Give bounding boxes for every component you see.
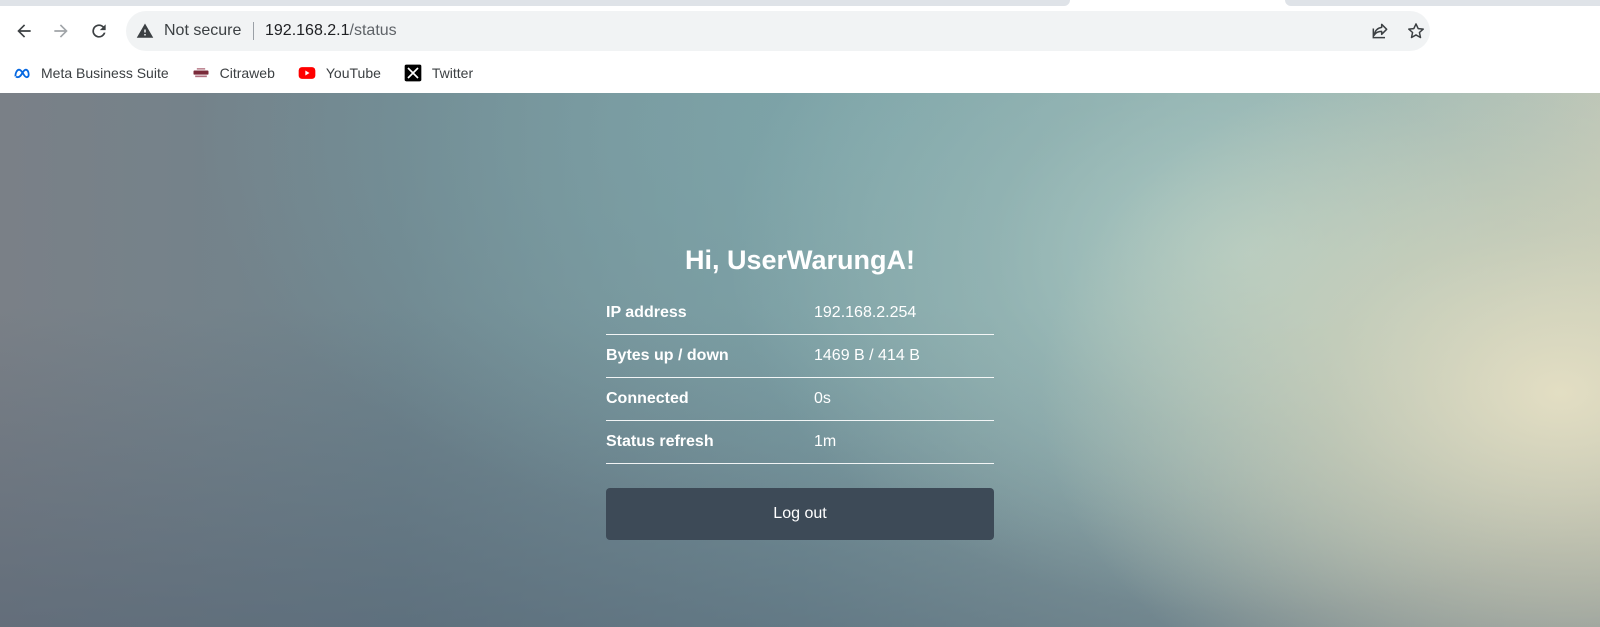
tab-inactive-right[interactable] [1285,0,1600,6]
url-text[interactable]: 192.168.2.1/status [265,11,397,51]
share-icon [1372,23,1388,39]
bookmark-star-button[interactable] [1406,21,1426,41]
row-value: 0s [814,377,994,421]
tab-strip [0,0,1600,8]
star-icon [1408,23,1424,39]
security-indicator[interactable]: Not secure [136,11,241,51]
arrow-left-icon [17,24,31,38]
bookmark-meta-business-suite[interactable]: Meta Business Suite [0,59,179,87]
logout-button[interactable]: Log out [606,488,994,540]
bookmark-youtube[interactable]: YouTube [285,59,391,87]
bookmark-label: Citraweb [219,65,275,81]
row-label: Bytes up / down [606,334,814,378]
status-table: IP address 192.168.2.254 Bytes up / down… [606,292,994,464]
tab-inactive-left[interactable] [0,0,1070,6]
bookmark-twitter[interactable]: Twitter [391,59,483,87]
row-value: 192.168.2.254 [814,292,994,335]
url-path: /status [349,22,397,39]
forward-button[interactable] [44,14,78,48]
citraweb-icon [191,63,211,83]
bookmark-label: Meta Business Suite [41,65,169,81]
warning-triangle-icon [136,23,154,38]
row-value: 1469 B / 414 B [814,334,994,378]
bookmark-citraweb[interactable]: Citraweb [179,59,285,87]
status-card: Hi, UserWarungA! IP address 192.168.2.25… [606,242,994,540]
security-label: Not secure [164,22,242,39]
bookmarks-bar: Meta Business Suite Citraweb YouTube Twi… [0,58,1600,88]
youtube-icon [297,63,317,83]
table-row: IP address 192.168.2.254 [606,292,994,335]
url-host: 192.168.2.1 [265,22,350,39]
page-background: Hi, UserWarungA! IP address 192.168.2.25… [0,93,1600,627]
greeting-heading: Hi, UserWarungA! [684,245,915,275]
reload-button[interactable] [82,14,116,48]
browser-chrome: Not secure 192.168.2.1/status Meta Busin… [0,0,1600,93]
omnibox-divider [253,22,254,40]
share-button[interactable] [1370,21,1390,41]
row-label: Connected [606,377,814,421]
row-label: IP address [606,292,814,335]
bookmark-label: Twitter [431,65,474,81]
meta-icon [12,63,32,83]
reload-icon [92,24,106,38]
table-row: Status refresh 1m [606,420,994,464]
bookmark-label: YouTube [325,65,381,81]
browser-toolbar: Not secure 192.168.2.1/status [0,8,1600,54]
row-label: Status refresh [606,420,814,464]
arrow-right-icon [54,24,68,38]
address-bar[interactable]: Not secure 192.168.2.1/status [126,11,1430,51]
table-row: Bytes up / down 1469 B / 414 B [606,334,994,378]
table-row: Connected 0s [606,377,994,421]
row-value: 1m [814,420,994,464]
back-button[interactable] [7,14,41,48]
x-twitter-icon [403,63,423,83]
